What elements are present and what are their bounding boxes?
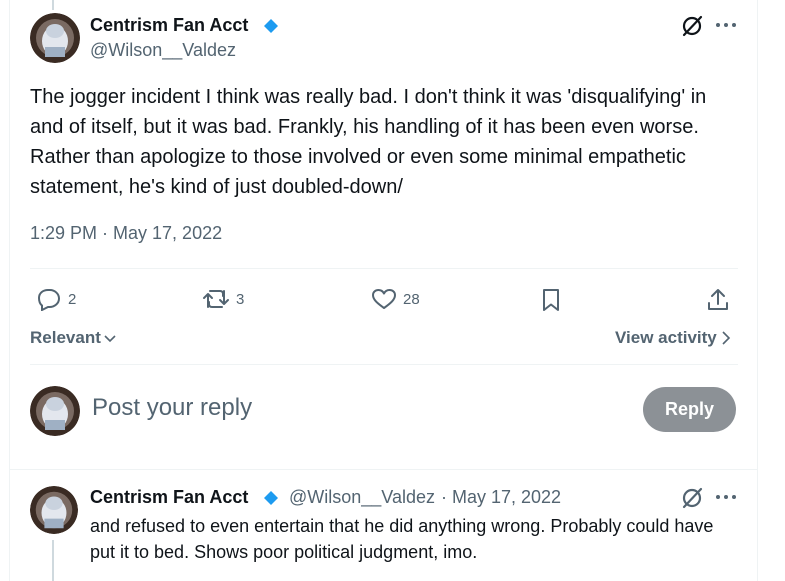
more-icon[interactable] <box>714 487 738 507</box>
composer-avatar[interactable] <box>30 386 80 436</box>
view-activity-label: View activity <box>615 328 717 347</box>
retweet-action[interactable]: 3 <box>202 287 244 311</box>
reply-date[interactable]: May 17, 2022 <box>452 487 561 508</box>
sort-relevant-label: Relevant <box>30 328 101 347</box>
reply-input[interactable]: Post your reply <box>92 394 252 422</box>
chevron-down-icon <box>104 335 116 343</box>
reply-count: 2 <box>68 290 77 308</box>
verified-badge-icon <box>264 491 278 505</box>
divider <box>30 268 738 269</box>
reply-action[interactable]: 2 <box>36 287 76 311</box>
user-handle[interactable]: @Wilson__Valdez <box>90 40 236 61</box>
thread-line-top <box>52 0 54 10</box>
column-border-left <box>9 0 10 581</box>
reply-icon <box>37 289 61 311</box>
retweet-icon <box>203 290 229 308</box>
like-icon <box>372 289 396 309</box>
reply-handle[interactable]: @Wilson__Valdez <box>289 487 435 508</box>
bookmark-icon <box>543 289 559 311</box>
like-action[interactable]: 28 <box>371 287 420 311</box>
sort-relevant-button[interactable]: Relevant <box>30 328 117 348</box>
tweet-text: The jogger incident I think was really b… <box>30 86 707 198</box>
display-name[interactable]: Centrism Fan Acct <box>90 15 248 36</box>
more-icon[interactable] <box>714 15 738 35</box>
retweet-count: 3 <box>236 290 245 308</box>
reply-separator: · <box>441 487 447 507</box>
reply-button[interactable]: Reply <box>643 387 736 432</box>
grok-icon[interactable] <box>680 14 704 38</box>
reply-display-name[interactable]: Centrism Fan Acct <box>90 487 248 508</box>
avatar[interactable] <box>30 13 80 63</box>
column-border-right <box>757 0 758 581</box>
tweet-timestamp[interactable]: 1:29 PM · May 17, 2022 <box>30 223 222 244</box>
verified-badge-icon <box>264 19 278 33</box>
divider <box>30 364 738 365</box>
bookmark-action[interactable] <box>540 287 562 313</box>
chevron-right-icon <box>722 331 730 345</box>
divider <box>9 469 758 470</box>
like-count: 28 <box>403 290 420 308</box>
view-activity-link[interactable]: View activity <box>615 328 731 348</box>
grok-icon[interactable] <box>680 486 704 510</box>
share-icon <box>708 289 728 310</box>
share-action[interactable] <box>706 287 730 313</box>
reply-tweet-text: and refused to even entertain that he di… <box>90 516 714 562</box>
thread-line-bottom <box>52 540 54 581</box>
reply-avatar[interactable] <box>30 486 78 534</box>
